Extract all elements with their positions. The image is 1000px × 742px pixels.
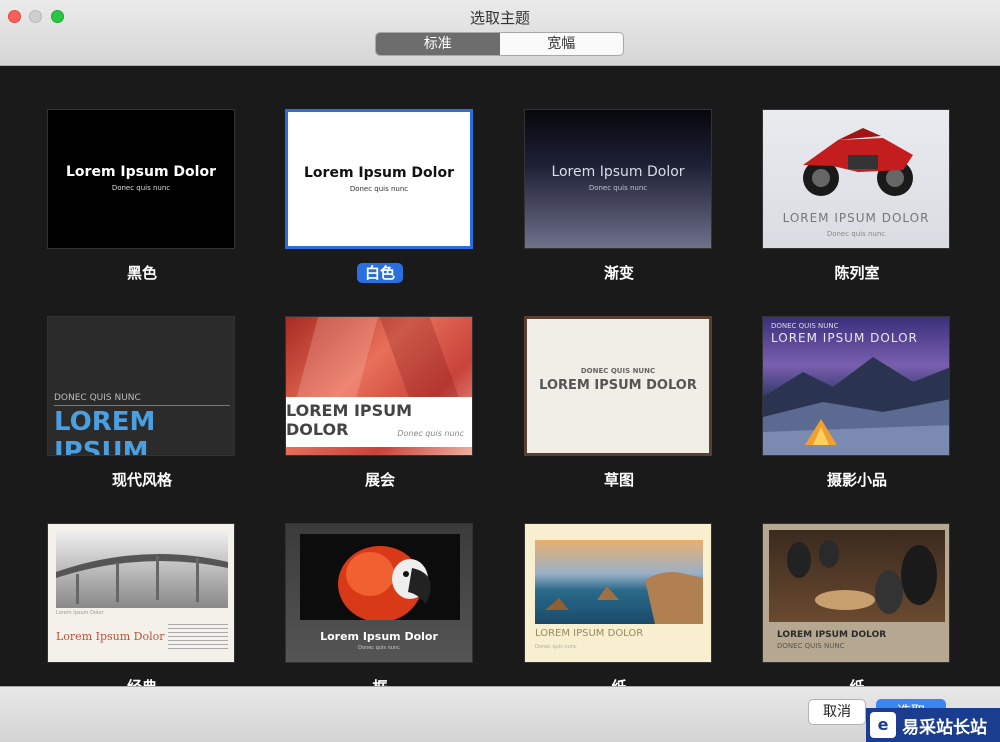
theme-name: 框 — [285, 676, 475, 686]
theme-thumbnail[interactable]: Lorem Ipsum Dolor Donec quis nunc — [47, 109, 235, 249]
theme-thumbnail[interactable]: LOREM IPSUM DOLOR Donec quis nunc — [762, 109, 950, 249]
thumb-subtitle: Donec quis nunc — [826, 230, 886, 238]
theme-name: 黑色 — [126, 264, 157, 282]
theme-name-label: 白色 — [356, 263, 403, 283]
theme-name: 陈列室 — [834, 264, 880, 282]
decor-shape — [379, 317, 463, 407]
bridge-icon — [56, 554, 228, 604]
watermark-logo-icon: e — [870, 712, 896, 738]
thumb-subtitle: Donec quis nunc — [358, 645, 400, 651]
watermark-text: 易采站长站 — [902, 717, 987, 738]
coast-image — [535, 540, 703, 624]
theme-name: 现代风格 — [111, 471, 172, 489]
thumb-title: LOREM IPSUM DOLOR — [777, 630, 887, 640]
thumb-title: LOREM IPSUM — [54, 407, 156, 456]
theme-thumbnail[interactable]: DONEC QUIS NUNC LOREM IPSUM — [47, 316, 235, 456]
thumb-title: LOREM IPSUM DOLOR — [535, 628, 644, 639]
theme-name: 纸 — [762, 676, 952, 686]
bridge-image — [56, 532, 228, 608]
thumb-title: Lorem Ipsum Dolor — [304, 165, 454, 181]
parrot-image — [300, 534, 460, 622]
thumb-title: Lorem Ipsum Dolor — [56, 630, 165, 643]
bottom-bar: 取消 选取 — [0, 686, 1000, 742]
thumb-subtitle: Donec quis nunc — [349, 185, 409, 193]
thumb-title: Lorem Ipsum Dolor — [320, 630, 438, 643]
thumb-subtitle: DONEC QUIS NUNC — [777, 642, 845, 650]
theme-thumbnail[interactable]: LOREM IPSUM DOLOR DONEC QUIS NUNC — [762, 523, 950, 663]
divider — [54, 405, 230, 406]
thumb-title: LOREM IPSUM DOLOR — [771, 331, 918, 345]
theme-grid: Lorem Ipsum Dolor Donec quis nunc 黑色 Lor… — [0, 66, 1000, 686]
thumb-caption: Lorem Ipsum Dolor — [56, 610, 104, 616]
standard-tab[interactable]: 标准 — [376, 33, 500, 55]
thumb-subtitle: Donec quis nunc — [588, 184, 648, 192]
thumb-title: Lorem Ipsum Dolor — [551, 164, 685, 180]
thumb-title: Lorem Ipsum Dolor — [66, 164, 216, 180]
theme-thumbnail[interactable]: DONEC QUIS NUNC LOREM IPSUM DOLOR — [524, 316, 712, 456]
theme-thumbnail[interactable]: LOREM IPSUM DOLOR Donec quis nunc — [524, 523, 712, 663]
wide-tab[interactable]: 宽幅 — [500, 33, 624, 55]
theme-thumbnail[interactable]: Lorem Ipsum Dolor Lorem Ipsum Dolor — [47, 523, 235, 663]
decor-shape — [293, 317, 379, 407]
theme-thumbnail[interactable]: Lorem Ipsum Dolor Donec quis nunc — [285, 523, 473, 663]
window-title: 选取主题 — [469, 9, 530, 27]
aspect-segmented-control: 标准 宽幅 — [375, 32, 624, 56]
motorcycle-image — [803, 128, 913, 196]
theme-name: 纸 — [524, 676, 714, 686]
theme-name: 摄影小品 — [826, 471, 887, 489]
theme-name: 渐变 — [603, 264, 634, 282]
title-bar: 选取主题 标准 宽幅 — [0, 0, 1000, 66]
theme-name: 草图 — [603, 471, 634, 489]
parrot-icon — [338, 546, 431, 622]
thumb-subtitle: Donec quis nunc — [111, 184, 171, 192]
thumb-title: LOREM IPSUM DOLOR — [782, 211, 930, 225]
thumb-subtitle: DONEC QUIS NUNC — [580, 367, 656, 375]
thumb-subtitle: Donec quis nunc — [397, 429, 464, 438]
rocks-icon — [545, 572, 703, 624]
theme-thumbnail[interactable]: LOREM IPSUM DOLOR Donec quis nunc — [285, 316, 473, 456]
theme-name: 经典 — [47, 676, 237, 686]
pottery-icon — [787, 540, 937, 614]
theme-thumbnail[interactable]: DONEC QUIS NUNC LOREM IPSUM DOLOR — [762, 316, 950, 456]
pottery-image — [769, 530, 945, 622]
thumb-subtitle: Donec quis nunc — [535, 644, 577, 650]
theme-thumbnail[interactable]: Lorem Ipsum Dolor Donec quis nunc — [524, 109, 712, 249]
theme-chooser-window: 选取主题 标准 宽幅 Lorem Ipsum Dolor Donec quis … — [0, 0, 1000, 742]
body-text-lines — [168, 624, 228, 652]
thumb-subtitle: DONEC QUIS NUNC — [771, 322, 839, 330]
site-watermark: e 易采站长站 — [866, 708, 1000, 742]
theme-name: 展会 — [364, 471, 395, 489]
thumb-subtitle: DONEC QUIS NUNC — [54, 393, 141, 403]
theme-name-selected: 白色 — [285, 262, 475, 283]
cancel-button[interactable]: 取消 — [808, 699, 866, 725]
theme-thumbnail[interactable]: Lorem Ipsum Dolor Donec quis nunc — [285, 109, 473, 249]
thumb-title: LOREM IPSUM DOLOR — [539, 378, 697, 393]
